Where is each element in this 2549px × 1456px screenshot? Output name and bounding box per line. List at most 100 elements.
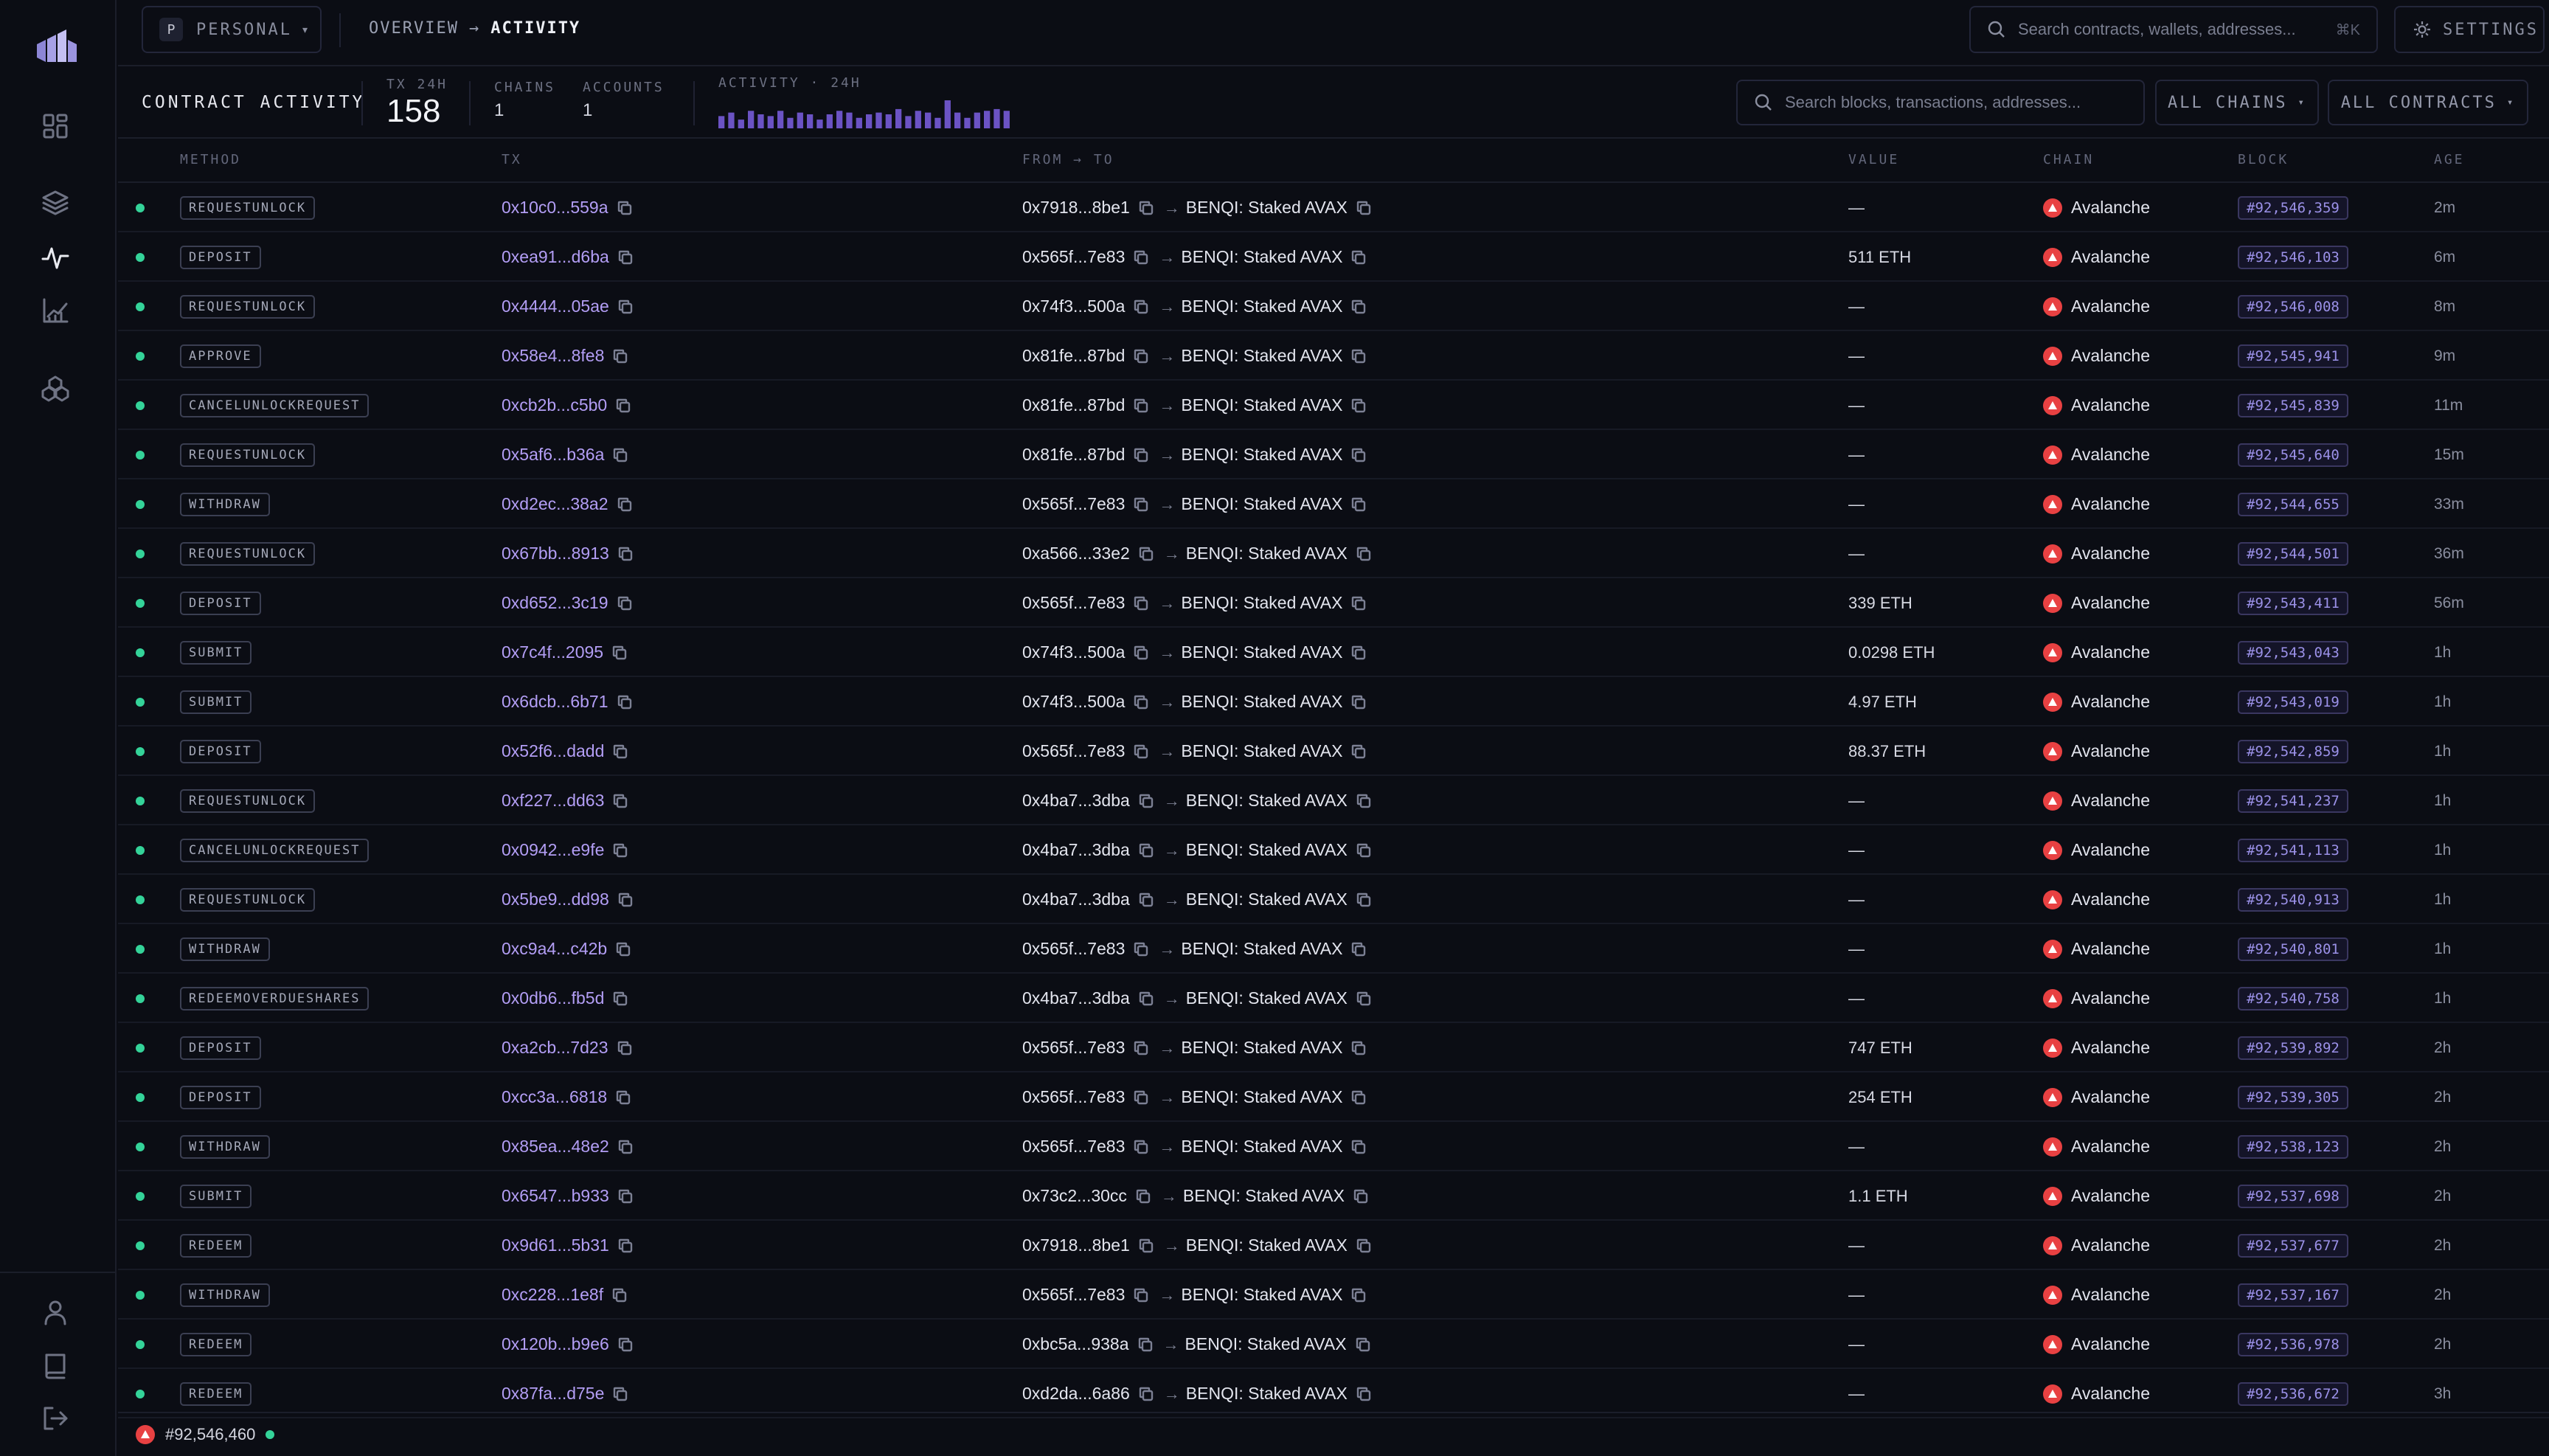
to-address[interactable]: BENQI: Staked AVAX: [1181, 1137, 1342, 1157]
user-icon[interactable]: [38, 1295, 72, 1329]
block-badge[interactable]: #92,540,801: [2238, 937, 2348, 961]
copy-icon[interactable]: [1352, 1188, 1370, 1205]
from-address[interactable]: 0x74f3...500a: [1022, 297, 1125, 316]
from-address[interactable]: 0xd2da...6a86: [1022, 1384, 1130, 1404]
to-address[interactable]: BENQI: Staked AVAX: [1181, 939, 1342, 959]
copy-icon[interactable]: [1132, 496, 1150, 513]
to-address[interactable]: BENQI: Staked AVAX: [1181, 494, 1342, 514]
to-address[interactable]: BENQI: Staked AVAX: [1186, 544, 1348, 564]
chart-icon[interactable]: [38, 294, 72, 327]
copy-icon[interactable]: [617, 891, 634, 909]
block-badge[interactable]: #92,541,113: [2238, 838, 2348, 862]
copy-icon[interactable]: [611, 347, 629, 365]
contract-filter-dropdown[interactable]: ALL CONTRACTS ▾: [2328, 80, 2528, 125]
copy-icon[interactable]: [1132, 1286, 1150, 1304]
copy-icon[interactable]: [617, 298, 634, 316]
table-row[interactable]: CANCELUNLOCKREQUEST 0x0942...e9fe 0x4ba7..…: [118, 825, 2549, 875]
copy-icon[interactable]: [1350, 446, 1367, 464]
block-badge[interactable]: #92,541,237: [2238, 788, 2348, 813]
to-address[interactable]: BENQI: Staked AVAX: [1183, 1186, 1345, 1206]
app-logo[interactable]: [34, 28, 80, 66]
copy-icon[interactable]: [1132, 594, 1150, 612]
latest-block[interactable]: #92,546,460: [165, 1425, 255, 1444]
copy-icon[interactable]: [1350, 594, 1367, 612]
layers-icon[interactable]: [38, 186, 72, 220]
table-row[interactable]: SUBMIT 0x7c4f...2095 0x74f3...500a → BENQI: …: [118, 628, 2549, 677]
copy-icon[interactable]: [616, 496, 634, 513]
table-row[interactable]: DEPOSIT 0xcc3a...6818 0x565f...7e83 → BENQI:…: [118, 1072, 2549, 1122]
copy-icon[interactable]: [1137, 792, 1155, 810]
tx-hash-link[interactable]: 0xc228...1e8f: [502, 1285, 603, 1305]
copy-icon[interactable]: [616, 1039, 634, 1057]
block-badge[interactable]: #92,543,411: [2238, 591, 2348, 615]
book-icon[interactable]: [38, 1348, 72, 1382]
copy-icon[interactable]: [1132, 743, 1150, 760]
copy-icon[interactable]: [616, 693, 634, 711]
to-address[interactable]: BENQI: Staked AVAX: [1186, 198, 1348, 218]
tx-hash-link[interactable]: 0x58e4...8fe8: [502, 346, 604, 366]
block-badge[interactable]: #92,546,008: [2238, 294, 2348, 319]
to-address[interactable]: BENQI: Staked AVAX: [1181, 642, 1342, 662]
to-address[interactable]: BENQI: Staked AVAX: [1185, 1334, 1347, 1354]
copy-icon[interactable]: [611, 1385, 629, 1403]
copy-icon[interactable]: [614, 940, 632, 958]
copy-icon[interactable]: [617, 545, 634, 563]
copy-icon[interactable]: [1132, 644, 1150, 662]
chain-filter-dropdown[interactable]: ALL CHAINS ▾: [2155, 80, 2319, 125]
copy-icon[interactable]: [614, 397, 632, 415]
copy-icon[interactable]: [611, 842, 629, 859]
tx-hash-link[interactable]: 0x5be9...dd98: [502, 890, 609, 909]
copy-icon[interactable]: [1137, 1385, 1155, 1403]
from-address[interactable]: 0x7918...8be1: [1022, 198, 1130, 218]
tx-hash-link[interactable]: 0x6dcb...6b71: [502, 692, 608, 712]
table-row[interactable]: REQUESTUNLOCK 0x67bb...8913 0xa566...33e2 →…: [118, 529, 2549, 578]
block-badge[interactable]: #92,536,978: [2238, 1332, 2348, 1356]
table-row[interactable]: SUBMIT 0x6dcb...6b71 0x74f3...500a → BENQI: …: [118, 677, 2549, 727]
copy-icon[interactable]: [1132, 446, 1150, 464]
tx-hash-link[interactable]: 0xa2cb...7d23: [502, 1038, 608, 1058]
from-address[interactable]: 0x565f...7e83: [1022, 939, 1125, 959]
table-row[interactable]: WITHDRAW 0xc9a4...c42b 0x565f...7e83 → BENQI…: [118, 924, 2549, 974]
tx-hash-link[interactable]: 0x6547...b933: [502, 1186, 609, 1206]
to-address[interactable]: BENQI: Staked AVAX: [1186, 1235, 1348, 1255]
to-address[interactable]: BENQI: Staked AVAX: [1181, 346, 1342, 366]
to-address[interactable]: BENQI: Staked AVAX: [1181, 297, 1342, 316]
to-address[interactable]: BENQI: Staked AVAX: [1186, 840, 1348, 860]
dashboard-icon[interactable]: [38, 109, 72, 143]
tx-hash-link[interactable]: 0x10c0...559a: [502, 198, 608, 218]
table-row[interactable]: WITHDRAW 0xd2ec...38a2 0x565f...7e83 → BENQI…: [118, 479, 2549, 529]
copy-icon[interactable]: [1137, 1336, 1154, 1353]
from-address[interactable]: 0x74f3...500a: [1022, 642, 1125, 662]
block-badge[interactable]: #92,545,941: [2238, 344, 2348, 368]
table-row[interactable]: REQUESTUNLOCK 0xf227...dd63 0x4ba7...3dba →…: [118, 776, 2549, 825]
copy-icon[interactable]: [611, 990, 629, 1008]
copy-icon[interactable]: [1350, 644, 1367, 662]
table-row[interactable]: REDEEM 0x120b...b9e6 0xbc5a...938a → BENQI: …: [118, 1320, 2549, 1369]
from-address[interactable]: 0x81fe...87bd: [1022, 346, 1125, 366]
copy-icon[interactable]: [1355, 1237, 1373, 1255]
copy-icon[interactable]: [1132, 249, 1150, 266]
from-address[interactable]: 0x565f...7e83: [1022, 1038, 1125, 1058]
copy-icon[interactable]: [1355, 990, 1373, 1008]
tx-hash-link[interactable]: 0x0db6...fb5d: [502, 988, 604, 1008]
block-badge[interactable]: #92,537,677: [2238, 1233, 2348, 1258]
table-row[interactable]: REQUESTUNLOCK 0x10c0...559a 0x7918...8be1 →…: [118, 183, 2549, 232]
to-address[interactable]: BENQI: Staked AVAX: [1181, 395, 1342, 415]
copy-icon[interactable]: [1355, 545, 1373, 563]
copy-icon[interactable]: [1350, 397, 1367, 415]
table-row[interactable]: WITHDRAW 0xc228...1e8f 0x565f...7e83 → BENQI…: [118, 1270, 2549, 1320]
table-row[interactable]: WITHDRAW 0x85ea...48e2 0x565f...7e83 → BENQI…: [118, 1122, 2549, 1171]
from-address[interactable]: 0x565f...7e83: [1022, 1285, 1125, 1305]
tx-hash-link[interactable]: 0x52f6...dadd: [502, 741, 604, 761]
tx-hash-link[interactable]: 0xc9a4...c42b: [502, 939, 607, 959]
to-address[interactable]: BENQI: Staked AVAX: [1181, 1087, 1342, 1107]
copy-icon[interactable]: [1137, 891, 1155, 909]
from-address[interactable]: 0x73c2...30cc: [1022, 1186, 1127, 1206]
copy-icon[interactable]: [1132, 347, 1150, 365]
tx-hash-link[interactable]: 0x67bb...8913: [502, 544, 609, 564]
from-address[interactable]: 0x81fe...87bd: [1022, 395, 1125, 415]
tx-hash-link[interactable]: 0x87fa...d75e: [502, 1384, 604, 1404]
copy-icon[interactable]: [1355, 792, 1373, 810]
copy-icon[interactable]: [1350, 940, 1367, 958]
tx-hash-link[interactable]: 0x4444...05ae: [502, 297, 609, 316]
